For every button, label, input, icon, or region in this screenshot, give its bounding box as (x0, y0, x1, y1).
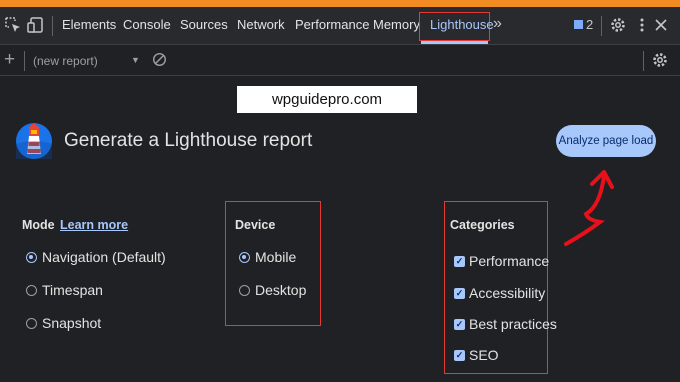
category-performance-checkbox[interactable]: ✓ (454, 256, 465, 267)
tab-console[interactable]: Console (123, 17, 171, 32)
tab-performance[interactable]: Performance (295, 17, 369, 32)
category-seo-checkbox[interactable]: ✓ (454, 350, 465, 361)
mode-navigation-label[interactable]: Navigation (Default) (42, 249, 166, 265)
chevron-down-icon[interactable]: ▼ (131, 55, 140, 65)
red-arrow-annotation-icon (564, 170, 614, 246)
issues-counter[interactable]: 2 (574, 17, 593, 32)
device-mobile-radio[interactable] (239, 252, 250, 263)
page-title: Generate a Lighthouse report (64, 130, 313, 151)
tab-elements[interactable]: Elements (62, 17, 116, 32)
close-icon[interactable] (652, 16, 670, 34)
device-desktop-label[interactable]: Desktop (255, 282, 306, 298)
tab-network[interactable]: Network (237, 17, 285, 32)
mode-navigation-radio[interactable] (26, 252, 37, 263)
report-select[interactable]: (new report) (33, 54, 98, 68)
category-accessibility-label[interactable]: Accessibility (469, 285, 545, 301)
toolbar-separator (24, 51, 25, 71)
active-tab-indicator (421, 41, 488, 44)
mode-label: Mode (22, 218, 55, 232)
category-best-practices-checkbox[interactable]: ✓ (454, 319, 465, 330)
lighthouse-logo (16, 114, 52, 168)
devtools-tab-bar: Elements Console Sources Network Perform… (0, 7, 680, 45)
learn-more-link[interactable]: Learn more (60, 218, 128, 232)
chevron-double-right-icon[interactable]: » (493, 15, 502, 33)
category-accessibility-checkbox[interactable]: ✓ (454, 288, 465, 299)
analyze-page-load-button[interactable]: Analyze page load (556, 125, 656, 157)
tab-memory[interactable]: Memory (373, 17, 420, 32)
mode-timespan-label[interactable]: Timespan (42, 282, 103, 298)
category-best-practices-label[interactable]: Best practices (469, 316, 557, 332)
gear-icon[interactable] (651, 51, 669, 69)
mode-snapshot-label[interactable]: Snapshot (42, 315, 101, 331)
mode-snapshot-radio[interactable] (26, 318, 37, 329)
categories-label: Categories (450, 218, 515, 232)
inspect-element-icon[interactable] (4, 16, 22, 34)
device-mobile-label[interactable]: Mobile (255, 249, 296, 265)
kebab-menu-icon[interactable] (633, 16, 651, 34)
toolbar-separator (643, 51, 644, 71)
add-report-button[interactable]: + (4, 49, 15, 71)
watermark-label: wpguidepro.com (237, 86, 417, 113)
tab-separator (52, 16, 53, 36)
mode-timespan-radio[interactable] (26, 285, 37, 296)
device-label: Device (235, 218, 276, 232)
category-performance-label[interactable]: Performance (469, 253, 549, 269)
issues-count: 2 (586, 17, 594, 32)
tab-sources[interactable]: Sources (180, 17, 228, 32)
top-accent-strip (0, 0, 680, 7)
device-desktop-radio[interactable] (239, 285, 250, 296)
tab-separator (601, 16, 602, 36)
device-toolbar-icon[interactable] (26, 16, 44, 34)
lighthouse-toolbar: + (new report) ▼ (0, 46, 680, 76)
category-seo-label[interactable]: SEO (469, 347, 499, 363)
gear-icon[interactable] (609, 16, 627, 34)
issues-flag-icon (574, 20, 583, 29)
tab-lighthouse[interactable]: Lighthouse (430, 17, 494, 32)
clear-icon[interactable] (152, 52, 167, 67)
